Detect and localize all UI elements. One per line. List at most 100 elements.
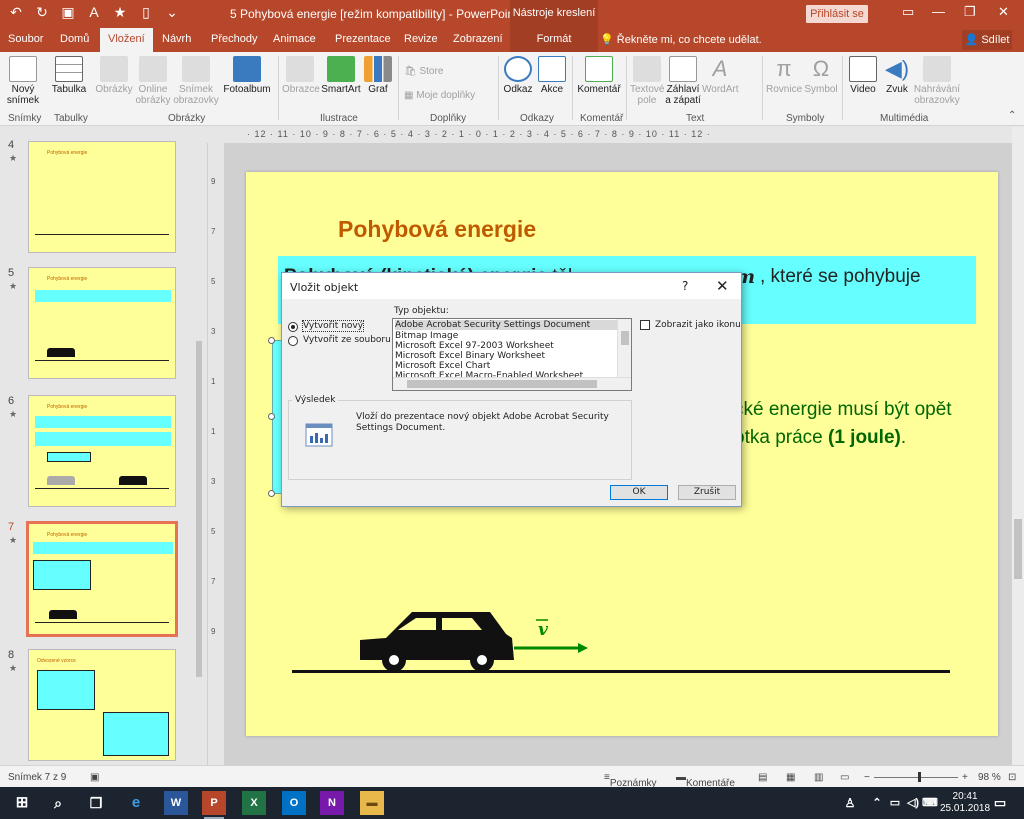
tab-format[interactable]: Formát [510,28,598,52]
list-item[interactable]: Microsoft Excel Chart [395,361,490,371]
audio-button[interactable]: ◀) Zvuk [880,56,914,95]
symbol-button[interactable]: Ω Symbol [804,56,838,95]
edge-icon[interactable]: e [124,791,148,815]
thumbnail-slide-6[interactable]: Pohybová energie [28,395,176,507]
tell-me-search[interactable]: 💡 Řekněte mi, co chcete udělat. [600,33,762,46]
wordart-button[interactable]: A WordArt [702,56,739,95]
conclusion-text[interactable]: cké energie musí být opět otka práce (1 … [734,396,952,452]
show-as-icon-label[interactable]: Zobrazit jako ikonu [655,320,741,330]
scrollbar-thumb[interactable] [621,331,629,345]
zoom-slider[interactable] [874,777,958,778]
tab-view[interactable]: Zobrazení [453,33,503,45]
volume-icon[interactable]: ◁) [906,791,920,815]
fit-to-window-icon[interactable]: ⊡ [1008,772,1016,783]
tab-home[interactable]: Domů [60,33,89,45]
show-as-icon-checkbox[interactable] [640,320,650,330]
zoom-in-icon[interactable]: + [962,772,968,783]
signin-button[interactable]: Přihlásit se [806,5,868,23]
tray-chevron-icon[interactable]: ⌃ [870,791,884,815]
object-type-list[interactable]: Adobe Acrobat Security Settings Document… [392,318,632,391]
slide-title[interactable]: Pohybová energie [338,216,536,243]
table-button[interactable]: Tabulka [50,56,88,95]
thumbnail-slide-4[interactable]: Pohybová energie [28,141,176,253]
create-new-radio[interactable] [288,322,298,332]
notes-button[interactable]: ≡ Poznámky [604,772,657,789]
redo-icon[interactable]: ↻ [34,4,50,21]
people-icon[interactable]: ♙ [842,791,858,815]
from-file-radio[interactable] [288,336,298,346]
task-view-icon[interactable]: ❐ [84,791,108,815]
list-item[interactable]: Microsoft Excel Binary Worksheet [395,351,545,361]
thumbnail-slide-5[interactable]: Pohybová energie [28,267,176,379]
online-pictures-button[interactable]: Online obrázky [134,56,172,106]
ribbon-display-icon[interactable]: ▭ [902,4,914,20]
slide-sorter-icon[interactable]: ▦ [786,772,795,783]
normal-view-icon[interactable]: ▤ [758,772,767,783]
taskbar-clock[interactable]: 20:41 25.01.2018 [940,791,990,815]
scrollbar-thumb[interactable] [196,341,202,677]
network-icon[interactable]: ▭ [888,791,902,815]
shapes-button[interactable]: Obrazce [282,56,320,95]
font-size-icon[interactable]: A [86,4,102,21]
thumbnail-slide-8[interactable]: Odvozené vzorce [28,649,176,761]
restore-icon[interactable]: ❐ [964,4,976,20]
video-button[interactable]: Video [846,56,880,95]
list-item-selected[interactable]: Adobe Acrobat Security Settings Document [395,320,617,330]
excel-icon[interactable]: X [242,791,266,815]
start-from-beginning-icon[interactable]: ▣ [60,4,76,21]
tab-slideshow[interactable]: Prezentace [335,33,391,45]
file-explorer-icon[interactable]: ▬ [360,791,384,815]
action-button[interactable]: Akce [536,56,568,95]
from-file-label[interactable]: Vytvořit ze souboru [303,335,391,345]
search-icon[interactable]: ⌕ [46,791,70,815]
smartart-button[interactable]: SmartArt [320,56,362,95]
create-new-label[interactable]: Vytvořit nový [301,320,365,332]
link-button[interactable]: Odkaz [502,56,534,95]
tab-animations[interactable]: Animace [273,33,316,45]
notifications-icon[interactable]: ▭ [988,791,1012,815]
tab-design[interactable]: Návrh [162,33,191,45]
textbox-button[interactable]: Textové pole [630,56,664,106]
slide-scrollbar[interactable] [1012,127,1024,765]
my-addins-button[interactable]: ▦ Moje doplňky [404,90,496,101]
customize-qat-icon[interactable]: ⌄ [164,4,180,21]
ok-button[interactable]: OK [610,485,668,500]
spellcheck-icon[interactable]: ▣ [90,772,99,783]
store-button[interactable]: 🛍 Store [404,66,448,77]
tab-transitions[interactable]: Přechody [211,33,257,45]
zoom-out-icon[interactable]: − [864,772,870,783]
star-icon[interactable]: ★ [112,4,128,21]
tab-file[interactable]: Soubor [8,33,43,45]
list-horizontal-scrollbar[interactable] [393,377,631,390]
screen-recording-button[interactable]: Nahrávání obrazovky [912,56,962,106]
screenshot-button[interactable]: Snímek obrazovky [172,56,220,106]
car-drawing[interactable] [356,608,606,672]
tab-insert[interactable]: Vložení [100,28,153,52]
pictures-button[interactable]: Obrázky [94,56,134,95]
close-icon[interactable]: ✕ [998,4,1009,20]
resize-handle[interactable] [268,413,275,420]
windows-start-icon[interactable]: ⊞ [10,791,34,815]
new-slide-button[interactable]: Nový snímek [4,56,42,106]
slideshow-view-icon[interactable]: ▭ [840,772,849,783]
photo-album-button[interactable]: Fotoalbum [222,56,272,95]
list-item[interactable]: Microsoft Excel 97-2003 Worksheet [395,341,554,351]
tab-review[interactable]: Revize [404,33,438,45]
cancel-button[interactable]: Zrušit [678,485,736,500]
thumbnail-slide-7-selected[interactable]: Pohybová energie [26,521,178,637]
comment-button[interactable]: Komentář [576,56,622,95]
equation-button[interactable]: π Rovnice [766,56,802,95]
word-icon[interactable]: W [164,791,188,815]
zoom-slider-knob[interactable] [918,772,921,782]
scrollbar-thumb[interactable] [407,380,597,388]
comments-button[interactable]: ▬ Komentáře [676,772,735,789]
collapse-ribbon-icon[interactable]: ⌃ [1008,110,1016,121]
share-button[interactable]: 👤 Sdílet [962,30,1012,50]
minimize-icon[interactable]: — [932,4,945,19]
thumbnails-scrollbar[interactable] [194,127,204,765]
resize-handle[interactable] [268,337,275,344]
reading-view-icon[interactable]: ▥ [814,772,823,783]
powerpoint-icon[interactable]: P [202,791,226,819]
help-button[interactable]: ? [682,279,688,293]
new-document-icon[interactable]: ▯ [138,4,154,21]
